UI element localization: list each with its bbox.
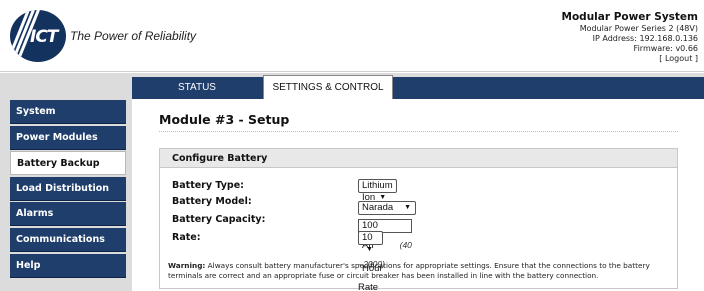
configure-battery-panel: Configure Battery Battery Type: Lithium …	[159, 148, 678, 291]
logo-text: ICT	[30, 27, 58, 47]
title-divider	[159, 131, 678, 132]
sidebar-nav: System Power Modules Battery Backup Load…	[10, 100, 126, 279]
battery-capacity-label: Battery Capacity:	[172, 214, 266, 225]
battery-type-label: Battery Type:	[172, 180, 244, 191]
sidebar-item-battery-backup[interactable]: Battery Backup	[10, 151, 126, 176]
system-ip: IP Address: 192.168.0.136	[592, 34, 698, 43]
tab-settings-control[interactable]: SETTINGS & CONTROL	[263, 75, 393, 99]
battery-model-label: Battery Model:	[172, 196, 252, 207]
logout-link[interactable]: [ Logout ]	[562, 54, 698, 64]
main-content: Module #3 - Setup Configure Battery Batt…	[132, 99, 704, 291]
rate-label: Rate:	[172, 232, 201, 243]
sidebar-item-system[interactable]: System	[10, 100, 126, 124]
sidebar-item-help[interactable]: Help	[10, 253, 126, 278]
sidebar-item-communications[interactable]: Communications	[10, 227, 126, 252]
system-firmware: Firmware: v0.66	[633, 44, 698, 53]
warning-text: Always consult battery manufacturer's sp…	[168, 261, 650, 280]
sidebar-item-power-modules[interactable]: Power Modules	[10, 125, 126, 150]
chevron-down-icon: ▼	[366, 246, 373, 253]
page-header: ICT The Power of Reliability Modular Pow…	[0, 0, 704, 72]
brand-tagline: The Power of Reliability	[70, 29, 197, 43]
warning-note: Warning: Always consult battery manufact…	[168, 261, 673, 281]
system-info: Modular Power System Modular Power Serie…	[562, 11, 698, 64]
sidebar-item-alarms[interactable]: Alarms	[10, 202, 126, 227]
tab-bar: STATUS SETTINGS & CONTROL	[132, 75, 704, 99]
tab-status[interactable]: STATUS	[132, 77, 262, 99]
page-title: Module #3 - Setup	[159, 112, 290, 127]
system-title: Modular Power System	[561, 11, 698, 23]
sidebar-item-load-distribution[interactable]: Load Distribution	[10, 176, 126, 201]
rate-value: 10	[362, 232, 373, 243]
system-series: Modular Power Series 2 (48V)	[579, 24, 698, 33]
ict-logo: ICT	[10, 10, 66, 62]
battery-model-value: Narada	[362, 202, 394, 213]
section-title: Configure Battery	[160, 149, 677, 168]
warning-label: Warning:	[168, 261, 206, 270]
rate-select[interactable]: 10 ▼	[358, 231, 383, 253]
battery-type-select[interactable]: Lithium Ion ▼	[358, 179, 397, 203]
